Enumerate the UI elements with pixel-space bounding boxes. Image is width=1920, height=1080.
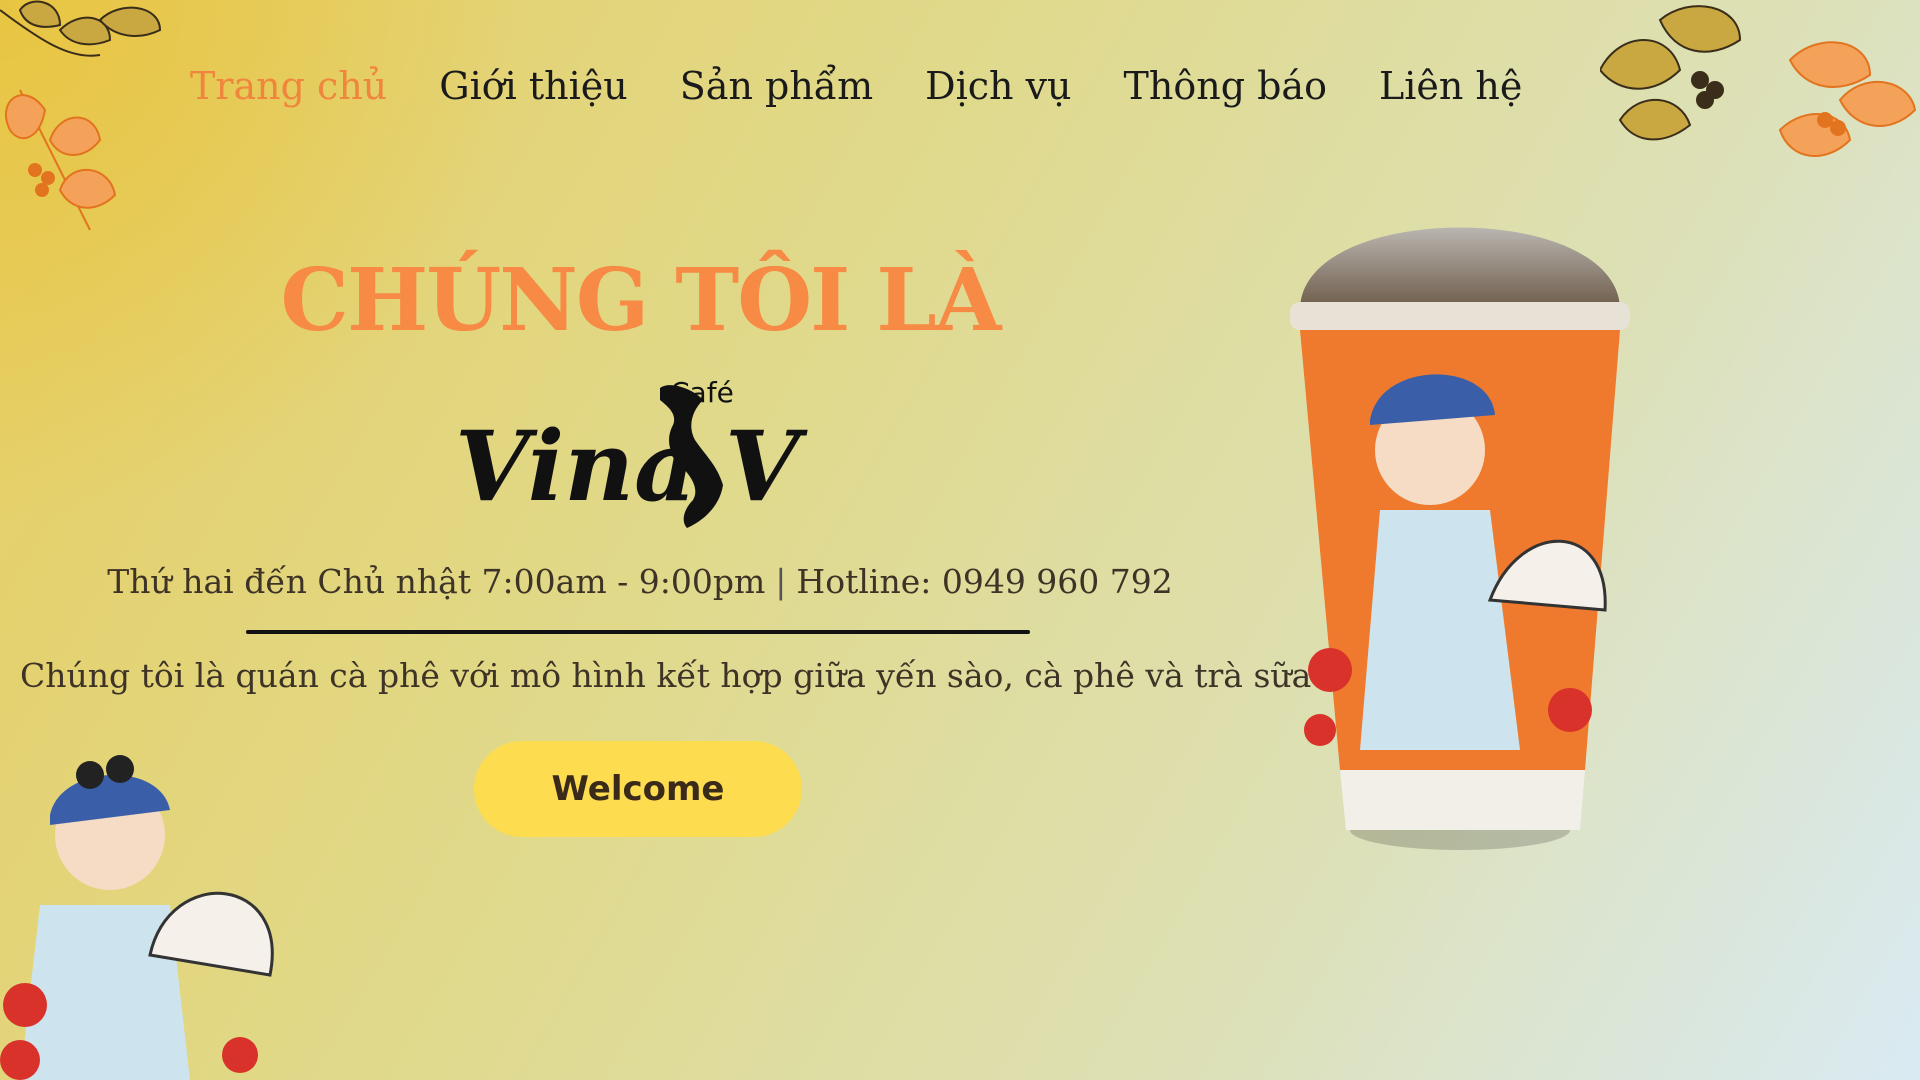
vina3v-logo: Café Vina V — [455, 376, 808, 528]
coffee-leaves-top-right-icon — [1600, 5, 1917, 157]
logo-v: V — [725, 410, 808, 523]
hero-divider — [246, 630, 1030, 634]
nav-item-san-pham[interactable]: Sản phẩm — [680, 64, 873, 108]
logo-wordmark: Vina — [455, 410, 696, 523]
main-nav: Trang chủ Giới thiệu Sản phẩm Dịch vụ Th… — [190, 64, 1522, 108]
nav-item-dich-vu[interactable]: Dịch vụ — [925, 64, 1071, 108]
opening-hours: Thứ hai đến Chủ nhật 7:00am - 9:00pm — [107, 562, 766, 601]
nav-item-lien-he[interactable]: Liên hệ — [1379, 64, 1522, 108]
welcome-button[interactable]: Welcome — [474, 741, 802, 837]
hours-hotline-line: Thứ hai đến Chủ nhật 7:00am - 9:00pm | Hot… — [90, 562, 1190, 601]
girl-with-fan-illustration-icon — [0, 755, 274, 1080]
nav-item-thong-bao[interactable]: Thông báo — [1124, 64, 1327, 108]
nav-item-gioi-thieu[interactable]: Giới thiệu — [439, 64, 627, 108]
nav-item-trang-chu[interactable]: Trang chủ — [190, 64, 387, 108]
cup-illustration-icon — [1290, 227, 1630, 850]
coffee-leaves-top-left-icon — [0, 0, 162, 231]
hotline[interactable]: Hotline: 0949 960 792 — [796, 562, 1172, 601]
info-separator: | — [775, 562, 787, 601]
hero-description: Chúng tôi là quán cà phê với mô hình kết… — [20, 656, 1312, 695]
hero-kicker: CHÚNG TÔI LÀ — [280, 250, 1002, 351]
